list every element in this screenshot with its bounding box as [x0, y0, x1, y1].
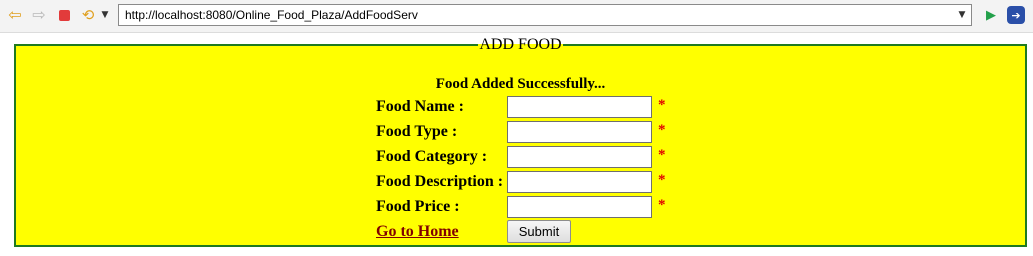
- add-food-panel: ADD FOOD Food Added Successfully... Food…: [14, 36, 1027, 247]
- food-description-input[interactable]: [507, 171, 652, 193]
- success-message: Food Added Successfully...: [435, 76, 606, 92]
- food-name-input[interactable]: [507, 96, 652, 118]
- go-to-home-link[interactable]: Go to Home: [376, 223, 459, 241]
- food-price-input[interactable]: [507, 196, 652, 218]
- submit-button[interactable]: Submit: [507, 220, 571, 243]
- address-dropdown-chevron-down-icon[interactable]: ▼: [955, 7, 969, 23]
- food-name-label: Food Name :: [376, 98, 464, 115]
- required-marker: *: [658, 172, 666, 188]
- go-play-icon[interactable]: ▶: [982, 6, 1000, 24]
- stop-icon[interactable]: [55, 6, 73, 24]
- food-type-input[interactable]: [507, 121, 652, 143]
- required-marker: *: [658, 122, 666, 138]
- food-description-label: Food Description :: [376, 173, 504, 190]
- food-price-label: Food Price :: [376, 198, 460, 215]
- refresh-icon[interactable]: ⟲: [79, 6, 97, 24]
- food-category-input[interactable]: [507, 146, 652, 168]
- extension-icon[interactable]: ➔: [1007, 6, 1025, 24]
- food-type-label: Food Type :: [376, 123, 458, 140]
- food-category-label: Food Category :: [376, 148, 488, 165]
- forward-arrow-icon[interactable]: ⇨: [30, 6, 48, 24]
- required-marker: *: [658, 97, 666, 113]
- required-marker: *: [658, 197, 666, 213]
- toolbar-menu-chevron-down-icon[interactable]: ▼: [99, 6, 111, 24]
- browser-toolbar: ⇦ ⇨ ⟲ ▼ http://localhost:8080/Online_Foo…: [0, 0, 1033, 33]
- back-arrow-icon[interactable]: ⇦: [6, 6, 24, 24]
- address-bar[interactable]: http://localhost:8080/Online_Food_Plaza/…: [118, 4, 972, 26]
- panel-legend: ADD FOOD: [479, 36, 562, 53]
- required-marker: *: [658, 147, 666, 163]
- address-bar-url[interactable]: http://localhost:8080/Online_Food_Plaza/…: [125, 8, 418, 22]
